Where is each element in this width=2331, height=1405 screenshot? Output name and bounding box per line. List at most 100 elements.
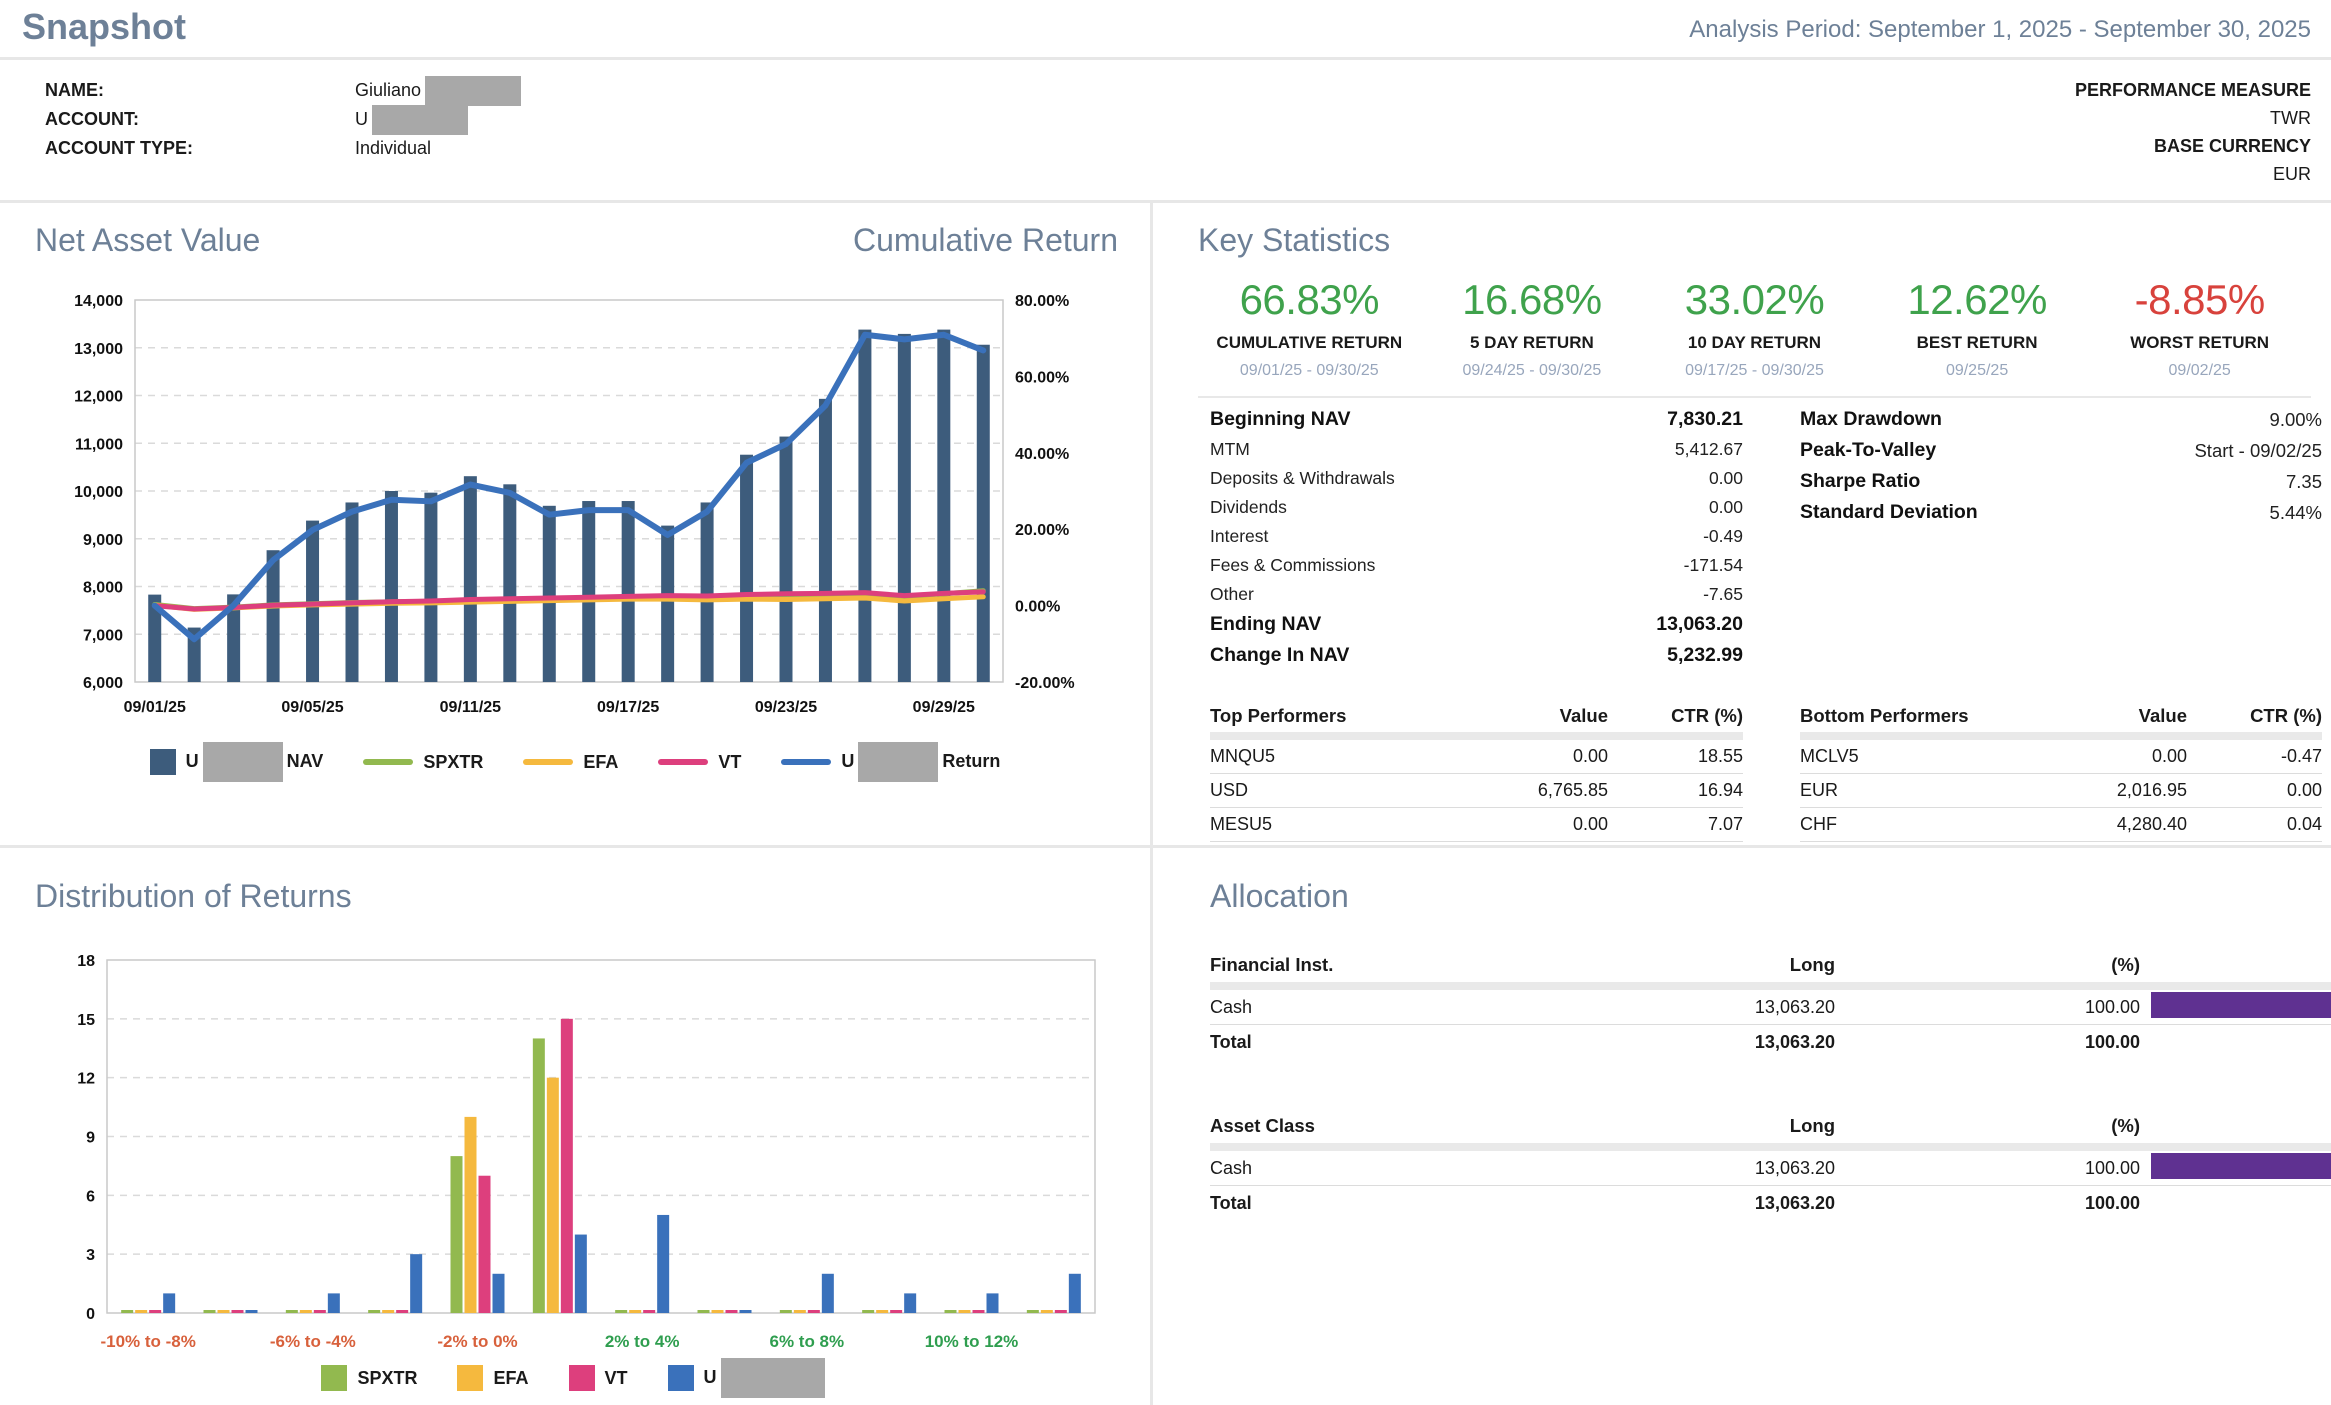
legend-swatch-vt — [658, 759, 708, 765]
dist-bar-efa — [712, 1310, 724, 1313]
base-currency-value: EUR — [2075, 160, 2311, 188]
breakdown-row: Other-7.65 — [1210, 580, 1743, 609]
dist-bar-efa — [465, 1117, 477, 1313]
breakdown-label: Deposits & Withdrawals — [1210, 468, 1395, 489]
nav-bar — [424, 493, 437, 682]
pct-column-header: (%) — [1835, 954, 2140, 976]
dist-bar-spxtr — [368, 1310, 380, 1313]
allocation-total-long: 13,063.20 — [1540, 1032, 1835, 1053]
dist-bar-efa — [218, 1310, 230, 1313]
left-axis-tick: 13,000 — [74, 341, 123, 358]
dist-bar-vt — [808, 1310, 820, 1313]
dist-bar-efa — [959, 1310, 971, 1313]
stat-highlight: 33.02%10 DAY RETURN09/17/25 - 09/30/25 — [1643, 276, 1866, 380]
stat-value: 66.83% — [1198, 276, 1421, 324]
x-axis-tick: 09/29/25 — [913, 699, 975, 716]
stat-value: 33.02% — [1643, 276, 1866, 324]
nav-bar — [543, 506, 556, 682]
dist-bar-vt — [726, 1310, 738, 1313]
nav-bar — [503, 484, 516, 682]
breakdown-label: Dividends — [1210, 497, 1287, 518]
value-column-header: Value — [2002, 705, 2187, 727]
allocation-pct: 100.00 — [1835, 1158, 2140, 1179]
dist-bar-vt — [149, 1310, 161, 1313]
legend-label: VT — [605, 1368, 628, 1389]
performer-row: MNQU50.0018.55 — [1210, 740, 1743, 774]
legend-label: EFA — [583, 752, 618, 773]
legend-item: SPXTR — [363, 752, 483, 773]
performer-value: 2,016.95 — [2002, 780, 2187, 801]
risk-label: Sharpe Ratio — [1800, 470, 1920, 493]
allocation-total-label: Total — [1210, 1193, 1540, 1214]
key-statistics-title: Key Statistics — [1198, 222, 1390, 259]
bucket-label: 6% to 8% — [770, 1332, 845, 1351]
dist-bar-u-redacted-return — [163, 1293, 175, 1313]
dist-bar-spxtr — [204, 1310, 216, 1313]
dist-bar-spxtr — [286, 1310, 298, 1313]
left-axis-tick: 9,000 — [83, 532, 123, 549]
left-axis-tick: 12,000 — [74, 389, 123, 406]
stat-value: -8.85% — [2088, 276, 2311, 324]
breakdown-row: Deposits & Withdrawals0.00 — [1210, 464, 1743, 493]
breakdown-row: Fees & Commissions-171.54 — [1210, 551, 1743, 580]
nav-bar — [464, 476, 477, 682]
stat-period: 09/25/25 — [1866, 362, 2089, 380]
header-divider — [0, 57, 2331, 60]
header-separator — [1800, 732, 2322, 740]
allocation-total-row: Total13,063.20100.00 — [1210, 1025, 2331, 1059]
left-axis-tick: 11,000 — [75, 436, 123, 453]
allocation-total-label: Total — [1210, 1032, 1540, 1053]
dist-bar-vt — [890, 1310, 902, 1313]
dist-bar-efa — [876, 1310, 888, 1313]
nav-combo-chart: 14,00013,00012,00011,00010,0009,0008,000… — [30, 280, 1120, 725]
right-axis-tick: -20.00% — [1015, 675, 1075, 692]
dist-bar-spxtr — [451, 1156, 463, 1313]
left-axis-tick: 8,000 — [83, 580, 123, 597]
breakdown-row: MTM5,412.67 — [1210, 435, 1743, 464]
dist-bar-u-redacted-return — [246, 1310, 258, 1313]
performer-row: CHF4,280.400.04 — [1800, 808, 2322, 842]
performer-name: MESU5 — [1210, 814, 1423, 835]
dist-bar-u-redacted-return — [1069, 1274, 1081, 1313]
performer-value: 0.00 — [1423, 814, 1608, 835]
risk-label: Max Drawdown — [1800, 408, 1942, 431]
performer-ctr: 0.04 — [2187, 814, 2322, 835]
dist-bar-spxtr — [1027, 1310, 1039, 1313]
stat-highlights: 66.83%CUMULATIVE RETURN09/01/25 - 09/30/… — [1198, 276, 2311, 398]
dist-bar-vt — [973, 1310, 985, 1313]
bucket-label: -10% to -8% — [100, 1332, 195, 1351]
stat-value: 16.68% — [1421, 276, 1644, 324]
bottom-performers-rows: MCLV50.00-0.47EUR2,016.950.00CHF4,280.40… — [1800, 740, 2322, 842]
y-axis-tick: 3 — [86, 1247, 95, 1264]
breakdown-value: 0.00 — [1709, 497, 1743, 518]
nav-bar — [819, 399, 832, 682]
x-axis-tick: 09/11/25 — [440, 699, 502, 716]
right-axis-tick: 40.00% — [1015, 446, 1069, 463]
dist-bar-efa — [382, 1310, 394, 1313]
dist-bar-u-redacted-return — [740, 1310, 752, 1313]
breakdown-value: 5,232.99 — [1667, 644, 1743, 667]
performance-measure-value: TWR — [2075, 104, 2311, 132]
stat-label: WORST RETURN — [2088, 333, 2311, 353]
legend-label-suffix: NAV — [287, 751, 324, 771]
nav-breakdown-table: Beginning NAV7,830.21MTM5,412.67Deposits… — [1210, 404, 1743, 671]
breakdown-value: -0.49 — [1703, 526, 1743, 547]
breakdown-row: Interest-0.49 — [1210, 522, 1743, 551]
dist-bar-spxtr — [862, 1310, 874, 1313]
breakdown-value: 13,063.20 — [1656, 613, 1743, 636]
nav-bar — [740, 455, 753, 682]
dist-bar-vt — [643, 1310, 655, 1313]
performer-name: MCLV5 — [1800, 746, 2002, 767]
legend-swatch-efa — [457, 1365, 483, 1391]
dist-bar-spxtr — [615, 1310, 627, 1313]
base-currency-label: BASE CURRENCY — [2075, 132, 2311, 160]
allocation-name: Cash — [1210, 997, 1540, 1018]
nav-chart-legend: UNAVSPXTREFAVTUReturn — [0, 742, 1150, 782]
y-axis-tick: 6 — [86, 1188, 95, 1205]
legend-label: UReturn — [841, 742, 1000, 782]
y-axis-tick: 15 — [77, 1012, 95, 1029]
legend-label: UNAV — [186, 742, 324, 782]
nav-bar — [346, 502, 359, 682]
stat-highlight: 16.68%5 DAY RETURN09/24/25 - 09/30/25 — [1421, 276, 1644, 380]
stat-period: 09/01/25 - 09/30/25 — [1198, 362, 1421, 380]
